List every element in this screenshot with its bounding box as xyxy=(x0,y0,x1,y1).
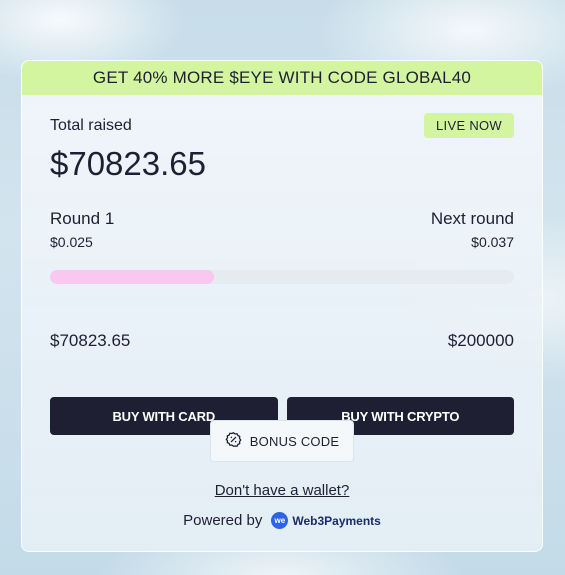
presale-widget: GET 40% MORE $EYE WITH CODE GLOBAL40 Tot… xyxy=(21,60,543,552)
next-round-label: Next round xyxy=(430,209,514,228)
live-status-badge: LIVE NOW xyxy=(424,113,514,138)
promo-text: GET 40% MORE $EYE WITH CODE GLOBAL40 xyxy=(92,68,472,87)
current-round-label: Round 1 xyxy=(50,209,115,228)
bonus-code-button[interactable]: BONUS CODE xyxy=(210,420,354,462)
current-round: Round 1 $0.025 xyxy=(50,209,114,250)
brand-name: Web3Payments xyxy=(292,513,381,528)
goal-amount: $200000 xyxy=(447,331,514,350)
next-round: Next round $0.037 xyxy=(431,209,514,250)
progress-amounts: $70823.65 $200000 xyxy=(50,331,514,351)
round-info: Round 1 $0.025 Next round $0.037 xyxy=(50,209,514,250)
web3payments-brand[interactable]: we Web3Payments xyxy=(271,512,381,529)
powered-by: Powered by we Web3Payments xyxy=(22,512,542,529)
discount-badge-icon xyxy=(225,431,242,451)
total-raised-value: $70823.65 xyxy=(50,145,206,182)
bonus-code-label: BONUS CODE xyxy=(249,433,340,449)
current-round-price: $0.025 xyxy=(50,234,93,250)
raise-progress-fill xyxy=(50,270,215,284)
powered-by-label: Powered by xyxy=(183,512,263,529)
web3payments-logo-icon: we xyxy=(271,512,289,529)
raised-amount: $70823.65 xyxy=(50,331,131,350)
total-raised-label: Total raised xyxy=(50,117,132,134)
next-round-price: $0.037 xyxy=(471,234,514,250)
promo-banner: GET 40% MORE $EYE WITH CODE GLOBAL40 xyxy=(22,61,542,95)
no-wallet-link[interactable]: Don't have a wallet? xyxy=(22,482,542,499)
raise-progress-bar xyxy=(50,270,514,284)
